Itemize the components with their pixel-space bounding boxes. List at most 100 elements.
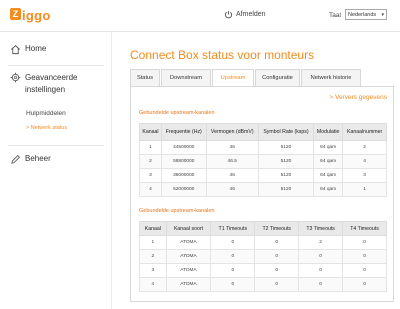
sidebar-item-label: Geavanceerde <box>25 73 78 82</box>
table-cell: 52000000 <box>160 182 207 197</box>
sidebar-item-label-2: instellingen <box>25 85 66 94</box>
table-cell: 0 <box>298 249 344 264</box>
sidebar-item-beheer[interactable]: Beheer <box>10 154 51 165</box>
table-cell: 2 <box>342 140 387 155</box>
table-cell: 3 <box>139 168 162 183</box>
table-cell: 5120 <box>257 168 315 183</box>
sidebar-item-home[interactable]: Home <box>10 44 46 55</box>
power-icon <box>224 10 233 19</box>
tab-upstream[interactable]: Upstream <box>212 69 254 86</box>
column-header: Kanaalnummer <box>342 123 387 141</box>
logo-mark: Z <box>10 8 21 20</box>
table-cell: 46 <box>205 168 259 183</box>
table-row: 2 58800000 46.5 5120 64 qam 4 <box>139 154 387 169</box>
table-cell: 4 <box>342 154 387 169</box>
column-header: Modulatie <box>313 123 344 141</box>
gear-icon <box>10 72 21 83</box>
column-header: T2 Timeouts <box>254 221 300 236</box>
table-cell: 64 qam <box>313 182 344 197</box>
table-cell: 0 <box>298 277 344 292</box>
upstream-panel: > Ververs gegevens Gebundelde upstream-k… <box>130 86 394 302</box>
sidebar: Home Geavanceerde instellingen Hulpmiddel… <box>0 32 112 309</box>
column-header: Vermogen (dBmV) <box>205 123 259 141</box>
tab-configuratie[interactable]: Configuratie <box>255 69 300 86</box>
upstream-timeouts-table: Kanaal Kanaal soort T1 Timeouts T2 Timeo… <box>139 221 387 292</box>
table-cell: 4 <box>139 277 167 292</box>
column-header: Frequentie (Hz) <box>160 123 207 141</box>
tab-bar: Status Downstream Upstream Configuratie … <box>130 69 362 86</box>
sidebar-item-label: Beheer <box>25 154 51 163</box>
table-row: 2 ATDMA 0 0 0 0 <box>139 249 387 264</box>
table-cell: 44500000 <box>160 140 207 155</box>
table-cell: 0 <box>342 249 387 264</box>
table-cell: 36000000 <box>160 168 207 183</box>
table-cell: 3 <box>139 263 167 278</box>
sidebar-item-label: Home <box>25 44 47 53</box>
page-title: Connect Box status voor monteurs <box>130 48 315 62</box>
table-row: 1 44500000 46 5120 64 qam 2 <box>139 140 387 155</box>
table-cell: 5120 <box>257 182 315 197</box>
tab-netwerk-historie[interactable]: Netwerk historie <box>301 69 361 86</box>
table-cell: 0 <box>210 277 256 292</box>
table-cell: 46.5 <box>205 154 259 169</box>
table-row: 4 ATDMA 0 0 0 0 <box>139 277 387 292</box>
sidebar-item-tools[interactable]: Hulpmiddelen <box>26 110 66 117</box>
tab-downstream[interactable]: Downstream <box>161 69 211 86</box>
table-cell: ATDMA <box>165 235 212 250</box>
section-title-bonded-channels-timeouts: Gebundelde upstream-kanalen <box>139 208 215 214</box>
table-cell: 64 qam <box>313 140 344 155</box>
table-cell: 0 <box>210 235 256 250</box>
table-cell: 0 <box>210 263 256 278</box>
table-cell: ATDMA <box>165 249 212 264</box>
table-cell: 5120 <box>257 154 315 169</box>
language-label: Taal <box>329 12 341 19</box>
table-cell: 0 <box>342 235 387 250</box>
column-header: Symbol Rate (ksps) <box>257 123 315 141</box>
table-cell: 0 <box>254 263 300 278</box>
table-cell: 2 <box>139 249 167 264</box>
ziggo-logo[interactable]: Ziggo <box>10 8 51 23</box>
table-cell: 0 <box>254 277 300 292</box>
sidebar-item-network-status[interactable]: > Netwerk status <box>26 125 67 131</box>
table-cell: 64 qam <box>313 168 344 183</box>
logout-label: Afmelden <box>236 11 266 18</box>
table-cell: 0 <box>342 263 387 278</box>
top-bar: Ziggo Afmelden Taal Nederlands ▾ <box>0 0 400 32</box>
refresh-link[interactable]: > Ververs gegevens <box>329 94 387 101</box>
divider <box>8 145 104 146</box>
divider <box>8 65 104 66</box>
table-cell: 5120 <box>257 140 315 155</box>
table-cell: 2 <box>139 154 162 169</box>
column-header: T3 Timeouts <box>298 221 344 236</box>
table-cell: 1 <box>139 235 167 250</box>
sidebar-item-advanced-settings[interactable]: Geavanceerde instellingen <box>10 72 77 96</box>
table-cell: 3 <box>342 168 387 183</box>
logo-text: iggo <box>22 8 51 23</box>
table-cell: 0 <box>298 263 344 278</box>
table-row: 3 ATDMA 0 0 0 0 <box>139 263 387 278</box>
chevron-down-icon: ▾ <box>381 11 384 18</box>
column-header: Kanaal soort <box>165 221 212 236</box>
table-cell: 46 <box>205 140 259 155</box>
language-value: Nederlands <box>348 11 377 18</box>
column-header: T4 Timeouts <box>342 221 387 236</box>
table-row: 4 52000000 46 5120 64 qam 1 <box>139 182 387 197</box>
section-title-bonded-channels: Gebundelde upstream-kanalen <box>139 110 215 116</box>
table-cell: ATDMA <box>165 263 212 278</box>
table-cell: 0 <box>254 249 300 264</box>
pencil-icon <box>11 154 21 164</box>
home-icon <box>11 45 20 55</box>
table-cell: 1 <box>139 140 162 155</box>
table-cell: 4 <box>139 182 162 197</box>
column-header: Kanaal <box>139 123 162 141</box>
column-header: Kanaal <box>139 221 167 236</box>
upstream-channels-table: Kanaal Frequentie (Hz) Vermogen (dBmV) S… <box>139 123 387 197</box>
tab-status[interactable]: Status <box>130 69 160 86</box>
table-row: 1 ATDMA 0 0 2 0 <box>139 235 387 250</box>
language-select[interactable]: Nederlands ▾ <box>345 9 387 20</box>
table-cell: 1 <box>342 182 387 197</box>
logout-button[interactable]: Afmelden <box>224 10 266 19</box>
table-cell: 0 <box>342 277 387 292</box>
table-cell: 46 <box>205 182 259 197</box>
table-cell: 58800000 <box>160 154 207 169</box>
